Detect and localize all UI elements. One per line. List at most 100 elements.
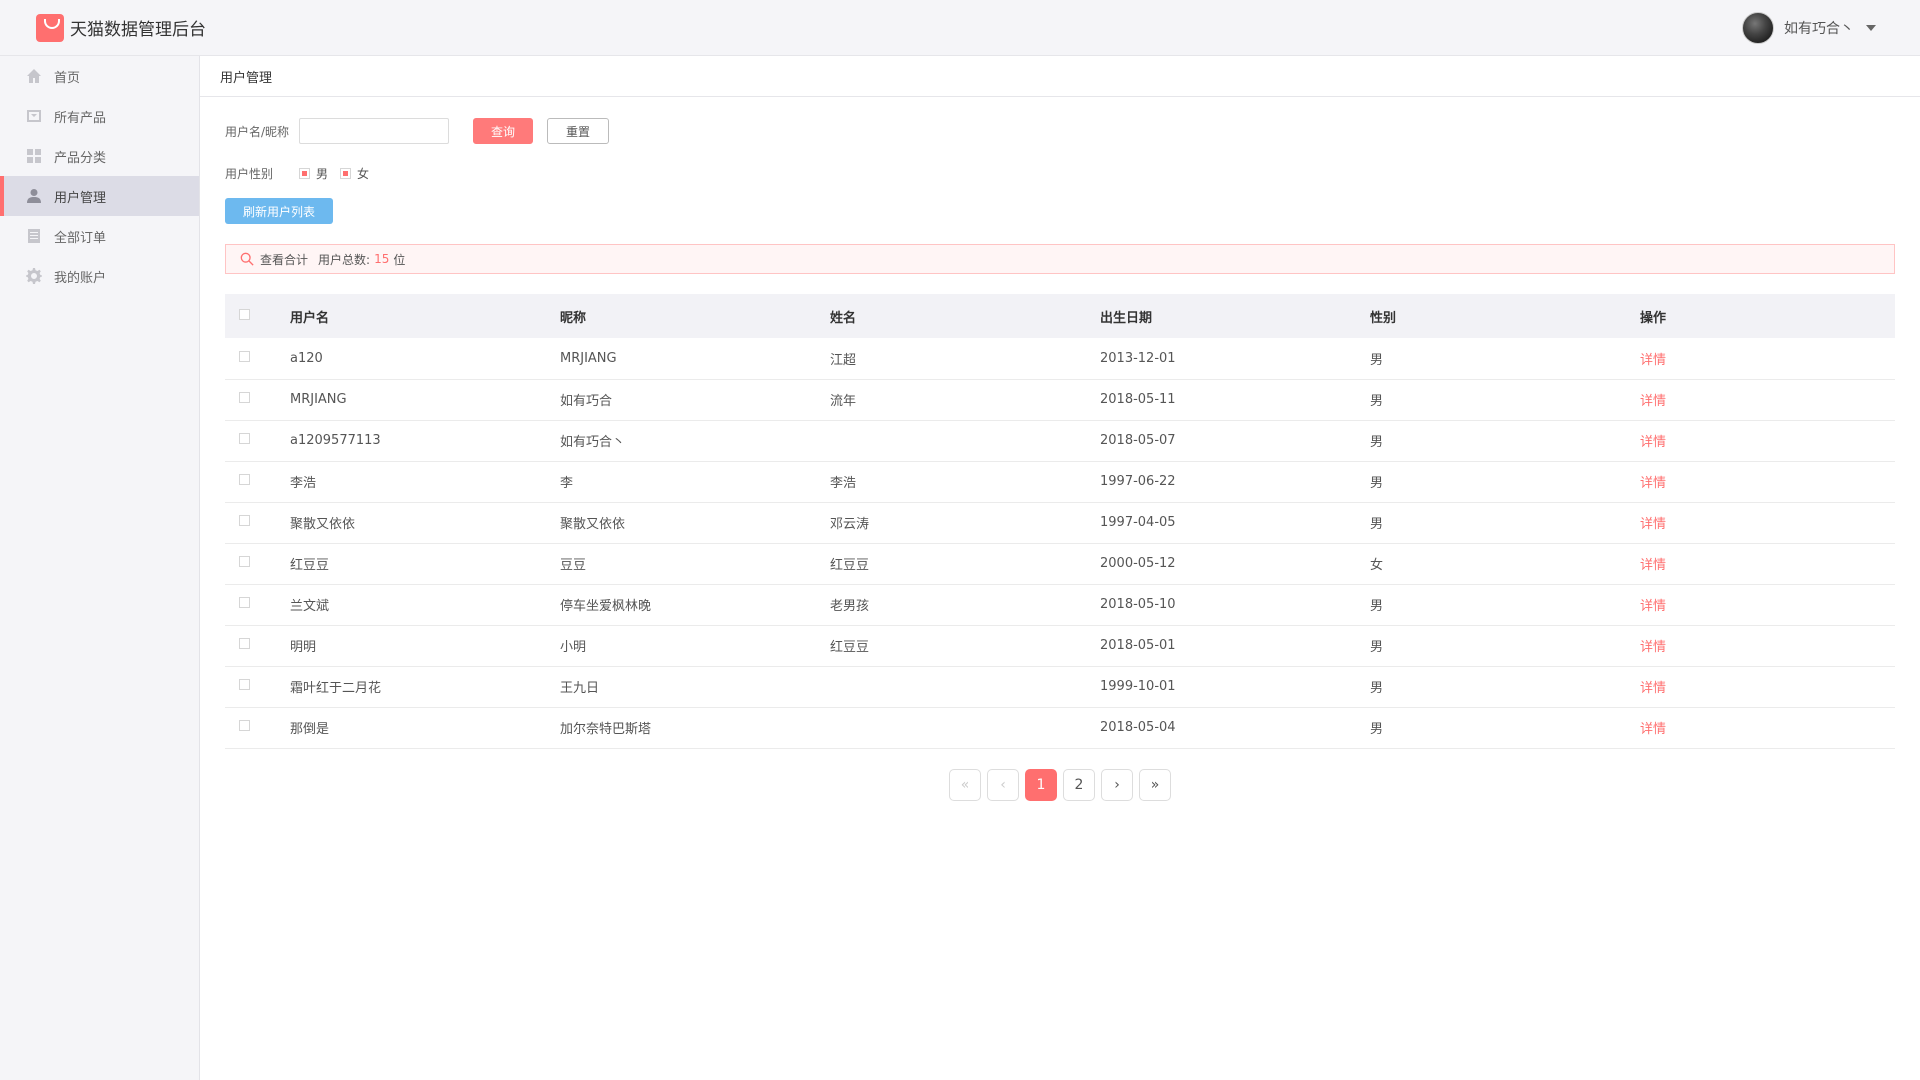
- gear-icon: [26, 268, 42, 284]
- user-name[interactable]: 如有巧合丶: [1784, 18, 1854, 38]
- cell-birth: 2018-05-11: [1100, 392, 1176, 407]
- summary-unit: 位: [393, 252, 406, 267]
- row-select-cell[interactable]: [225, 502, 290, 543]
- query-button[interactable]: 查询: [473, 118, 533, 144]
- detail-link[interactable]: 详情: [1640, 517, 1666, 532]
- sidebar-item-account[interactable]: 我的账户: [0, 256, 199, 296]
- cell-name: 江超: [830, 352, 857, 368]
- avatar[interactable]: [1742, 11, 1774, 44]
- row-select-cell[interactable]: [225, 543, 290, 584]
- reset-button[interactable]: 重置: [547, 118, 609, 144]
- cell-birth: 2000-05-12: [1100, 556, 1176, 571]
- sidebar-item-orders[interactable]: 全部订单: [0, 216, 199, 256]
- brand[interactable]: 天猫数据管理后台: [36, 13, 206, 42]
- detail-link[interactable]: 详情: [1640, 558, 1666, 573]
- detail-link[interactable]: 详情: [1640, 640, 1666, 655]
- summary-total-label: 用户总数:: [318, 252, 371, 267]
- sidebar-item-products[interactable]: 所有产品: [0, 96, 199, 136]
- female-label[interactable]: 女: [357, 165, 369, 182]
- refresh-user-list-button[interactable]: 刷新用户列表: [225, 198, 333, 224]
- detail-link[interactable]: 详情: [1640, 435, 1666, 450]
- search-icon: [240, 252, 254, 266]
- row-select-cell[interactable]: [225, 379, 290, 420]
- row-checkbox[interactable]: [239, 597, 250, 608]
- username-search-input[interactable]: [299, 118, 449, 144]
- row-checkbox[interactable]: [239, 638, 250, 649]
- cell-birth: 1999-10-01: [1100, 679, 1176, 694]
- male-label[interactable]: 男: [316, 165, 328, 182]
- detail-link[interactable]: 详情: [1640, 599, 1666, 614]
- row-select-cell[interactable]: [225, 461, 290, 502]
- sidebar-item-label: 所有产品: [54, 110, 107, 126]
- sidebar-item-home[interactable]: 首页: [0, 56, 199, 96]
- cell-birth: 2018-05-07: [1100, 433, 1176, 448]
- sidebar-item-categories[interactable]: 产品分类: [0, 136, 199, 176]
- header-username: 用户名: [290, 310, 330, 326]
- sidebar-item-label: 产品分类: [54, 150, 107, 166]
- category-icon: [26, 148, 42, 164]
- page-2-button[interactable]: 2: [1063, 768, 1095, 801]
- row-checkbox[interactable]: [239, 720, 250, 731]
- cell-birth: 1997-06-22: [1100, 474, 1176, 489]
- main-panel: 用户管理 用户名/昵称 查询 重置 用户性别 男 女 刷新用户列表 查看合计 用…: [200, 56, 1920, 1080]
- row-checkbox[interactable]: [239, 515, 250, 526]
- next-page-button[interactable]: ›: [1101, 768, 1133, 801]
- row-checkbox[interactable]: [239, 556, 250, 567]
- row-select-cell[interactable]: [225, 584, 290, 625]
- page-1-button[interactable]: 1: [1025, 768, 1057, 801]
- row-select-cell[interactable]: [225, 420, 290, 461]
- cell-nickname: 小明: [560, 640, 587, 655]
- sidebar-item-label: 用户管理: [54, 190, 107, 206]
- table-row: 明明 小明 红豆豆 2018-05-01 男 详情: [225, 625, 1895, 666]
- home-icon: [26, 68, 42, 84]
- cell-gender: 男: [1370, 722, 1384, 737]
- cell-name: 流年: [830, 394, 857, 409]
- table-row: 那倒是 加尔奈特巴斯塔 2018-05-04 男 详情: [225, 707, 1895, 748]
- row-select-cell[interactable]: [225, 707, 290, 748]
- female-checkbox[interactable]: [340, 167, 352, 179]
- row-checkbox[interactable]: [239, 474, 250, 485]
- cell-nickname: 加尔奈特巴斯塔: [560, 722, 652, 737]
- table-row: 霜叶红于二月花 王九日 1999-10-01 男 详情: [225, 666, 1895, 707]
- header-birth: 出生日期: [1100, 310, 1153, 326]
- row-select-cell[interactable]: [225, 625, 290, 666]
- cell-name: [830, 420, 1100, 461]
- male-checkbox[interactable]: [299, 167, 310, 179]
- header-nickname: 昵称: [560, 310, 587, 326]
- cell-action: 详情: [1640, 625, 1895, 666]
- gender-option-male[interactable]: 男: [299, 165, 328, 182]
- last-page-button[interactable]: »: [1139, 768, 1171, 801]
- row-select-cell[interactable]: [225, 666, 290, 707]
- cell-action: 详情: [1640, 379, 1895, 420]
- cell-gender: 男: [1370, 476, 1384, 491]
- detail-link[interactable]: 详情: [1640, 722, 1666, 737]
- caret-down-icon[interactable]: [1866, 24, 1876, 31]
- table-row: 红豆豆 豆豆 红豆豆 2000-05-12 女 详情: [225, 543, 1895, 584]
- detail-link[interactable]: 详情: [1640, 681, 1666, 696]
- row-checkbox[interactable]: [239, 433, 250, 444]
- row-checkbox[interactable]: [239, 679, 250, 690]
- prev-page-button[interactable]: ‹: [987, 768, 1019, 801]
- gender-option-female[interactable]: 女: [340, 165, 369, 182]
- sidebar-item-users[interactable]: 用户管理: [0, 176, 199, 216]
- cell-username: a1209577113: [290, 433, 381, 448]
- cell-name: [830, 666, 1100, 707]
- select-all-checkbox[interactable]: [239, 308, 250, 320]
- row-select-cell[interactable]: [225, 338, 290, 379]
- breadcrumb: 用户管理: [200, 56, 1920, 97]
- table-row: a1209577113 如有巧合丶 2018-05-07 男 详情: [225, 420, 1895, 461]
- row-checkbox[interactable]: [239, 350, 250, 362]
- user-menu[interactable]: 如有巧合丶: [1742, 11, 1876, 44]
- detail-link[interactable]: 详情: [1640, 353, 1666, 368]
- table-header-row: 用户名 昵称 姓名 出生日期 性别 操作: [225, 294, 1895, 338]
- cell-nickname: 如有巧合丶: [560, 435, 626, 450]
- cell-action: 详情: [1640, 584, 1895, 625]
- pagination: « ‹ 1 2 › »: [225, 768, 1895, 801]
- first-page-button[interactable]: «: [949, 768, 981, 801]
- header-select-all[interactable]: [225, 294, 290, 338]
- detail-link[interactable]: 详情: [1640, 394, 1666, 409]
- order-icon: [26, 228, 42, 244]
- cell-nickname: MRJIANG: [560, 350, 617, 366]
- row-checkbox[interactable]: [239, 392, 250, 403]
- detail-link[interactable]: 详情: [1640, 476, 1666, 491]
